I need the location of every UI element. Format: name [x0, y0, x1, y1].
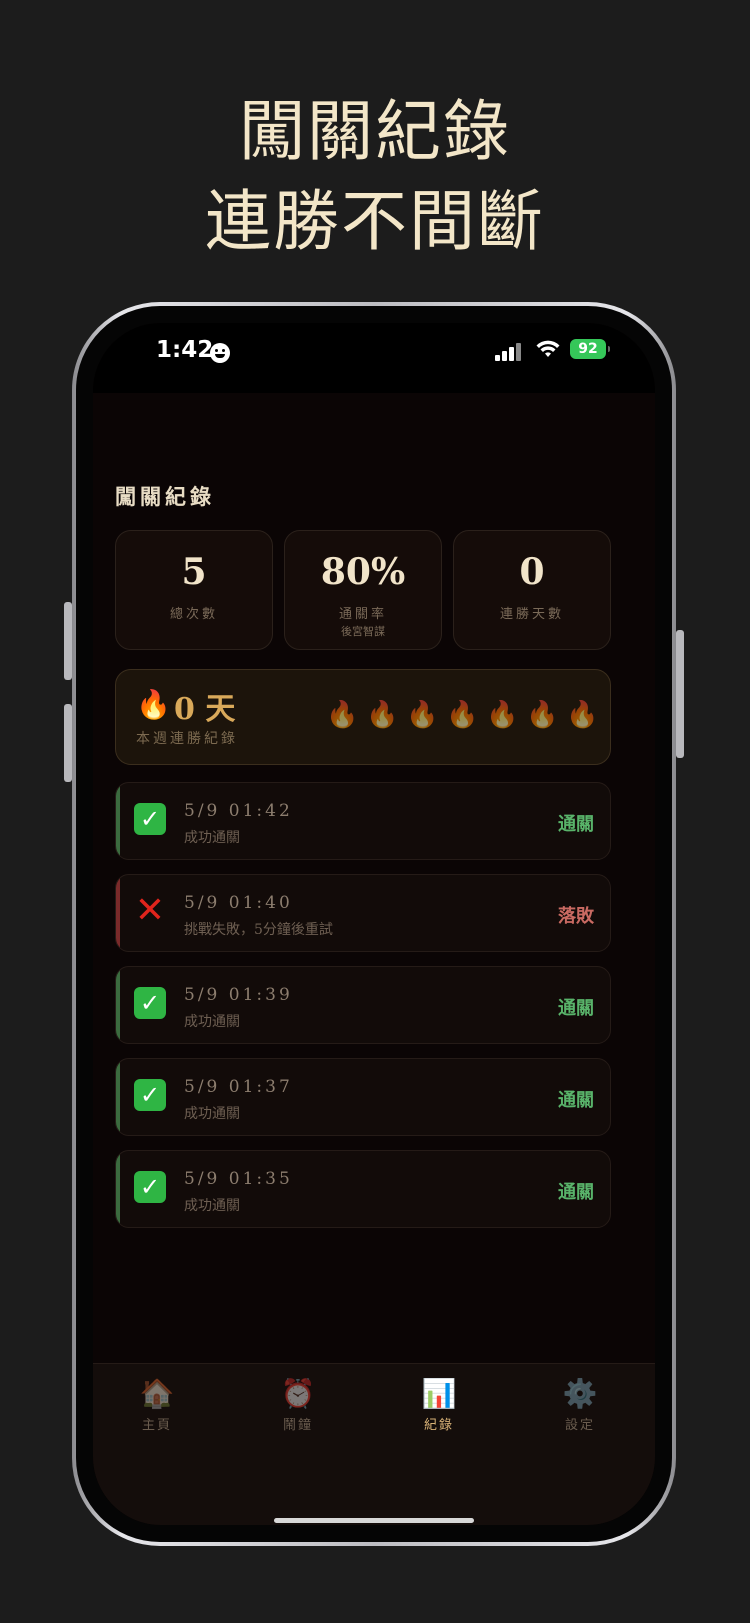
record-time: 5/9 01:42	[184, 801, 293, 821]
cross-icon: ✕	[134, 890, 166, 931]
record-description: 挑戰失敗，5分鐘後重試	[184, 922, 333, 938]
stat-card-pass-rate: 80% 通關率 後宮智謀	[284, 530, 442, 650]
record-status: 通關	[558, 1090, 594, 1111]
record-description: 成功通關	[184, 1014, 240, 1030]
record-item[interactable]: ✓ 5/9 01:42 成功通關 通關	[115, 782, 611, 860]
battery-indicator: 92	[570, 339, 610, 359]
status-bar: 1:42 92	[93, 323, 655, 393]
weekly-streak-card: 🔥 0 天 本週連勝紀錄 🔥 🔥 🔥 🔥 🔥 🔥 🔥	[115, 669, 611, 765]
record-description: 成功通關	[184, 1106, 240, 1122]
stat-value: 0	[519, 551, 545, 593]
record-description: 成功通關	[184, 1198, 240, 1214]
record-item[interactable]: ✓ 5/9 01:39 成功通關 通關	[115, 966, 611, 1044]
alarm-clock-icon: ⏰	[280, 1377, 316, 1410]
home-indicator[interactable]	[274, 1518, 474, 1523]
record-status: 通關	[558, 814, 594, 835]
day-flame-icon: 🔥	[326, 700, 359, 730]
check-icon: ✓	[134, 1171, 166, 1203]
record-status: 通關	[558, 998, 594, 1019]
fire-icon: 🔥	[136, 688, 171, 721]
day-flame-icon: 🔥	[526, 700, 559, 730]
tab-label: 主頁	[141, 1418, 172, 1433]
tab-alarm[interactable]: ⏰ 鬧鐘	[248, 1376, 348, 1433]
headline-line-1: 闖關紀錄	[239, 93, 511, 170]
tab-settings[interactable]: ⚙️ 設定	[530, 1376, 630, 1433]
tab-home[interactable]: 🏠 主頁	[107, 1376, 207, 1433]
tab-label: 設定	[564, 1418, 595, 1433]
check-icon: ✓	[134, 803, 166, 835]
bar-chart-icon: 📊	[421, 1377, 457, 1410]
tab-bar: 🏠 主頁 ⏰ 鬧鐘 📊 紀錄 ⚙️ 設定	[93, 1363, 655, 1525]
volume-down-button	[64, 704, 72, 782]
streak-label: 本週連勝紀錄	[136, 731, 238, 747]
stat-label: 總次數	[169, 607, 218, 622]
page-title: 闖關紀錄	[115, 484, 215, 509]
phone-screen: 1:42 92 闖關紀錄 5 總次數 80% 通關率 後宮智謀 0 連勝天數 🔥…	[93, 323, 655, 1525]
stat-label: 連勝天數	[499, 607, 564, 622]
tab-label: 紀錄	[423, 1418, 454, 1433]
streak-value: 0 天	[174, 692, 236, 727]
smiley-icon	[210, 343, 230, 363]
day-flame-icon: 🔥	[366, 700, 399, 730]
status-time: 1:42	[156, 337, 214, 363]
stat-value: 5	[181, 551, 207, 593]
record-item[interactable]: ✓ 5/9 01:35 成功通關 通關	[115, 1150, 611, 1228]
record-description: 成功通關	[184, 830, 240, 846]
house-icon: 🏠	[139, 1377, 175, 1410]
record-time: 5/9 01:39	[184, 985, 293, 1005]
record-item[interactable]: ✕ 5/9 01:40 挑戰失敗，5分鐘後重試 落敗	[115, 874, 611, 952]
day-flame-icon: 🔥	[566, 700, 599, 730]
volume-up-button	[64, 602, 72, 680]
wifi-icon	[536, 340, 560, 357]
check-icon: ✓	[134, 1079, 166, 1111]
headline-line-2: 連勝不間斷	[205, 183, 545, 260]
power-button	[676, 630, 684, 758]
day-flame-icon: 🔥	[446, 700, 479, 730]
stat-card-total: 5 總次數	[115, 530, 273, 650]
stat-sublabel: 後宮智謀	[341, 625, 385, 638]
gear-icon: ⚙️	[562, 1377, 598, 1410]
record-time: 5/9 01:37	[184, 1077, 293, 1097]
record-time: 5/9 01:35	[184, 1169, 293, 1189]
record-item[interactable]: ✓ 5/9 01:37 成功通關 通關	[115, 1058, 611, 1136]
check-icon: ✓	[134, 987, 166, 1019]
record-time: 5/9 01:40	[184, 893, 293, 913]
record-status: 落敗	[558, 906, 594, 927]
tab-label: 鬧鐘	[282, 1418, 313, 1433]
tab-records[interactable]: 📊 紀錄	[389, 1376, 489, 1433]
stat-value: 80%	[320, 551, 406, 593]
record-status: 通關	[558, 1182, 594, 1203]
cellular-signal-icon	[495, 343, 525, 361]
stat-label: 通關率	[338, 607, 387, 622]
day-flame-icon: 🔥	[406, 700, 439, 730]
day-flame-icon: 🔥	[486, 700, 519, 730]
stat-card-streak-days: 0 連勝天數	[453, 530, 611, 650]
